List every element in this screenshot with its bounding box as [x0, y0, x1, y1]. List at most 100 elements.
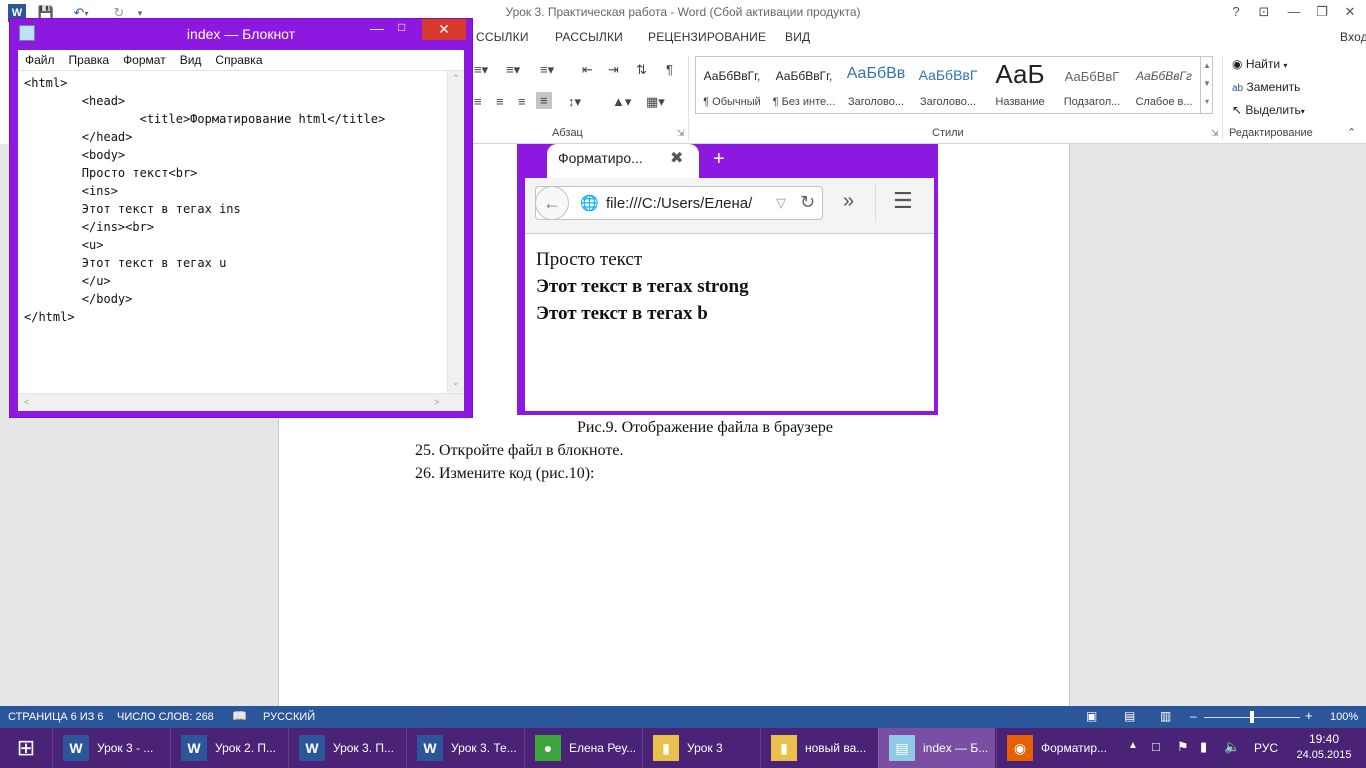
- word-icon: W: [181, 735, 207, 761]
- flag-icon[interactable]: ⚑: [1177, 739, 1189, 755]
- notepad-maximize-button[interactable]: □: [398, 20, 405, 34]
- sign-in-link[interactable]: Вход: [1340, 30, 1366, 44]
- styles-group-label: Стили: [932, 127, 964, 139]
- notepad-text[interactable]: <html> <head> <title>Форматирование html…: [24, 74, 385, 326]
- style-name: Заголово...: [919, 96, 977, 108]
- vertical-scrollbar[interactable]: ⌃ ⌄: [447, 71, 464, 393]
- styles-scroll[interactable]: ▲ ▼ ▾: [1200, 57, 1213, 113]
- shading-icon[interactable]: ▲▾: [612, 94, 631, 110]
- style-normal[interactable]: АаБбВвГг, ¶ Обычный: [696, 57, 768, 113]
- web-layout-icon[interactable]: ▥: [1160, 709, 1171, 723]
- paragraph-dialog-icon[interactable]: ⇲: [677, 128, 685, 139]
- styles-dialog-icon[interactable]: ⇲: [1211, 128, 1219, 139]
- read-mode-icon[interactable]: ▣: [1086, 709, 1097, 723]
- increase-indent-icon[interactable]: ⇥: [608, 62, 619, 78]
- url-text[interactable]: file:///C:/Users/Елена/: [606, 195, 774, 212]
- dropdown-arrow-icon[interactable]: ▽: [776, 195, 786, 211]
- style-heading1[interactable]: АаБбВв Заголово...: [840, 57, 912, 113]
- style-heading2[interactable]: АаБбВвГ Заголово...: [912, 57, 984, 113]
- volume-icon[interactable]: 🔈: [1224, 739, 1240, 755]
- close-tab-icon[interactable]: ✖: [670, 148, 683, 168]
- menu-format[interactable]: Формат: [116, 53, 173, 67]
- tab-review[interactable]: РЕЦЕНЗИРОВАНИЕ: [648, 30, 766, 44]
- bullets-icon[interactable]: ≡▾: [474, 62, 488, 78]
- select-button[interactable]: ↖ Выделить▾: [1232, 103, 1305, 117]
- language-indicator[interactable]: РУССКИЙ: [263, 711, 315, 723]
- ribbon-display-button[interactable]: ⊡: [1250, 2, 1278, 22]
- taskbar-item[interactable]: ▮ Урок 3: [642, 728, 759, 768]
- scroll-up-icon[interactable]: ⌃: [452, 73, 460, 84]
- numbering-icon[interactable]: ≡▾: [506, 62, 520, 78]
- taskbar-item[interactable]: ● Елена Реу...: [524, 728, 641, 768]
- align-left-icon[interactable]: ≡: [474, 94, 482, 109]
- tab-references[interactable]: ССЫЛКИ: [476, 30, 529, 44]
- taskbar-item[interactable]: W Урок 3 - ...: [52, 728, 169, 768]
- zoom-slider-thumb[interactable]: [1250, 711, 1254, 723]
- signal-icon[interactable]: ▮: [1200, 739, 1207, 755]
- taskbar-item[interactable]: ▤ index — Б...: [878, 728, 995, 768]
- browser-window: ← 🌐 file:///C:/Users/Елена/ ▽ ↻ » ☰ Прос…: [525, 178, 934, 411]
- print-layout-icon[interactable]: ▤: [1124, 709, 1135, 723]
- sort-icon[interactable]: ⇅: [636, 62, 647, 78]
- tab-view[interactable]: ВИД: [785, 30, 810, 44]
- align-center-icon[interactable]: ≡: [496, 94, 504, 109]
- style-subtle-emphasis[interactable]: АаБбВвГг Слабое в...: [1128, 57, 1200, 113]
- proofing-icon[interactable]: 📖: [232, 709, 247, 723]
- url-bar[interactable]: ← 🌐 file:///C:/Users/Елена/ ▽ ↻: [535, 186, 823, 220]
- horizontal-scrollbar[interactable]: < >: [18, 393, 464, 411]
- close-button[interactable]: ✕: [1336, 2, 1364, 22]
- notepad-editor[interactable]: <html> <head> <title>Форматирование html…: [18, 70, 464, 411]
- style-subtitle[interactable]: АаБбВвГ Подзагол...: [1056, 57, 1128, 113]
- zoom-in-icon[interactable]: +: [1305, 708, 1313, 723]
- word-count[interactable]: ЧИСЛО СЛОВ: 268: [117, 711, 214, 723]
- reload-icon[interactable]: ↻: [800, 192, 815, 213]
- scroll-left-icon[interactable]: <: [24, 397, 29, 407]
- back-arrow-icon[interactable]: ←: [535, 186, 569, 220]
- menu-view[interactable]: Вид: [173, 53, 209, 67]
- show-hidden-icons[interactable]: ▲: [1128, 740, 1138, 751]
- find-button[interactable]: ◉ Найти ▾: [1232, 57, 1287, 71]
- page-counter[interactable]: СТРАНИЦА 6 ИЗ 6: [8, 711, 104, 723]
- style-no-spacing[interactable]: АаБбВвГг, ¶ Без инте...: [768, 57, 840, 113]
- notepad-close-button[interactable]: ✕: [422, 19, 466, 40]
- zoom-out-icon[interactable]: –: [1190, 709, 1197, 723]
- tab-mailings[interactable]: РАССЫЛКИ: [555, 30, 623, 44]
- decrease-indent-icon[interactable]: ⇤: [582, 62, 593, 78]
- scroll-down-icon[interactable]: ⌄: [452, 377, 460, 388]
- notepad-title-bar[interactable]: index — Блокнот — □ ✕: [10, 19, 472, 49]
- menu-help[interactable]: Справка: [208, 53, 269, 67]
- new-tab-icon[interactable]: +: [713, 148, 725, 171]
- notepad-minimize-button[interactable]: —: [370, 20, 384, 36]
- start-button[interactable]: ⊞: [0, 728, 52, 768]
- input-language[interactable]: РУС: [1254, 741, 1278, 755]
- notepad-icon: ▤: [889, 735, 915, 761]
- zoom-level[interactable]: 100%: [1330, 711, 1358, 723]
- show-marks-icon[interactable]: ¶: [666, 62, 673, 77]
- hamburger-menu-icon[interactable]: ☰: [893, 188, 913, 214]
- taskbar-item[interactable]: W Урок 2. П...: [170, 728, 287, 768]
- maximize-button[interactable]: ❐: [1308, 2, 1336, 22]
- style-title[interactable]: АаБ Название: [984, 57, 1056, 113]
- style-name: Заголово...: [847, 96, 905, 108]
- multilevel-list-icon[interactable]: ≡▾: [540, 62, 554, 78]
- minimize-button[interactable]: —: [1280, 2, 1308, 22]
- borders-icon[interactable]: ▦▾: [646, 94, 665, 110]
- taskbar-item[interactable]: ▮ новый ва...: [760, 728, 877, 768]
- taskbar-item[interactable]: W Урок 3. Те...: [406, 728, 523, 768]
- overflow-chevron-icon[interactable]: »: [843, 190, 854, 213]
- clock-date[interactable]: 24.05.2015: [1288, 749, 1360, 761]
- replace-button[interactable]: ab Заменить: [1232, 80, 1300, 94]
- taskbar-item[interactable]: W Урок 3. П...: [288, 728, 405, 768]
- line-spacing-icon[interactable]: ↕▾: [568, 94, 581, 110]
- device-icon[interactable]: □: [1152, 739, 1160, 754]
- align-right-icon[interactable]: ≡: [518, 94, 526, 109]
- taskbar-item[interactable]: ◉ Форматир...: [996, 728, 1113, 768]
- collapse-ribbon-icon[interactable]: ⌃: [1347, 126, 1356, 139]
- clock-time[interactable]: 19:40: [1296, 732, 1352, 746]
- menu-edit[interactable]: Правка: [62, 53, 117, 67]
- menu-file[interactable]: Файл: [18, 53, 62, 67]
- browser-tab[interactable]: Форматиро... ✖: [547, 144, 699, 180]
- help-button[interactable]: ?: [1222, 2, 1250, 22]
- justify-icon[interactable]: ≡: [536, 92, 552, 109]
- scroll-right-icon[interactable]: >: [434, 397, 439, 407]
